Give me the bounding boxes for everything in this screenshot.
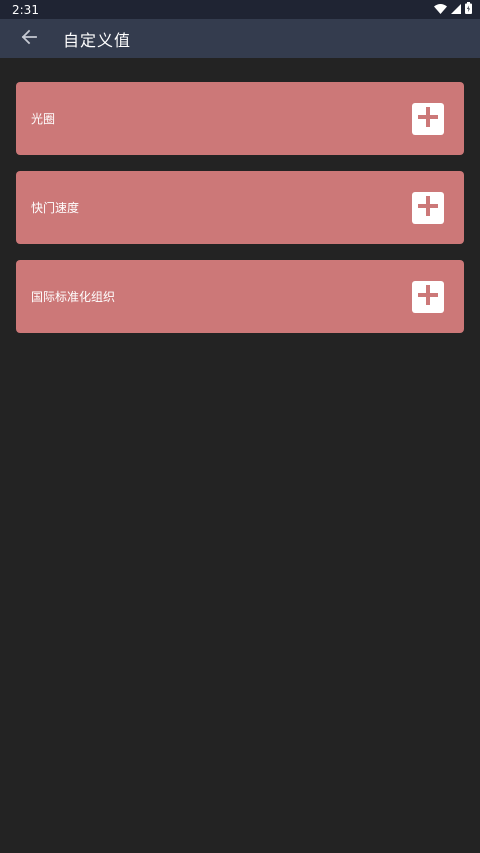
app-bar: 自定义值 [0, 19, 480, 58]
add-iso-button[interactable] [412, 280, 444, 313]
cell-signal-icon [451, 3, 461, 17]
add-aperture-button[interactable] [412, 102, 444, 135]
plus-icon [418, 195, 438, 220]
card-shutter-speed: 快门速度 [16, 171, 464, 244]
status-bar: 2:31 [0, 0, 480, 19]
page-title: 自定义值 [63, 30, 132, 50]
card-label: 光圈 [31, 112, 56, 126]
add-shutter-speed-button[interactable] [412, 191, 444, 224]
card-aperture: 光圈 [16, 82, 464, 155]
card-iso: 国际标准化组织 [16, 260, 464, 333]
wifi-icon [434, 3, 447, 17]
card-label: 快门速度 [31, 201, 80, 215]
card-label: 国际标准化组织 [31, 290, 116, 304]
plus-icon [418, 284, 438, 309]
battery-icon [465, 2, 472, 17]
status-time: 2:31 [12, 2, 39, 17]
plus-icon [418, 106, 438, 131]
custom-values-list: 光圈 快门速度 国际标准化组织 [16, 82, 464, 349]
status-icons [434, 2, 472, 17]
back-button[interactable] [18, 28, 40, 50]
arrow-left-icon [21, 29, 37, 49]
